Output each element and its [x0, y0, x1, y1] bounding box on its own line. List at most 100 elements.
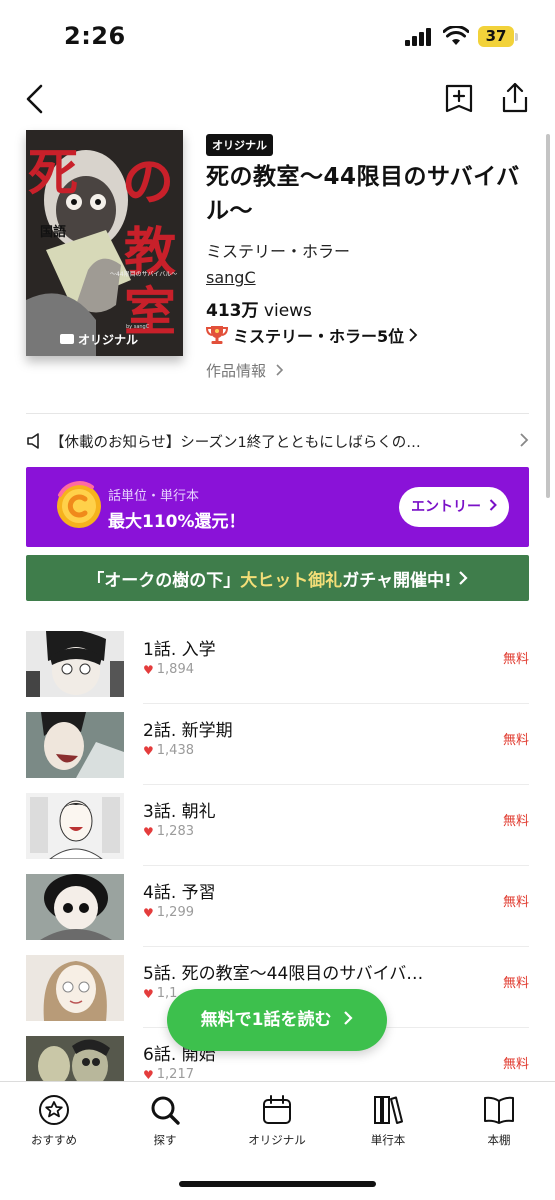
home-indicator [179, 1181, 376, 1187]
read-first-episode-button[interactable]: 無料で1話を読む [167, 989, 387, 1051]
chevron-right-icon [409, 328, 418, 342]
episode-likes: ♥ 1,894 [143, 662, 194, 677]
series-info-link[interactable]: 作品情報 [206, 360, 284, 381]
chevron-right-icon [276, 364, 283, 376]
heart-icon: ♥ [143, 986, 154, 1001]
cover-tag: 国語 [40, 224, 66, 240]
episode-likes: ♥ 1,217 [143, 1067, 194, 1082]
status-bar: 2:26 37 [0, 0, 555, 70]
divider [143, 946, 529, 947]
series-info-label: 作品情報 [206, 362, 267, 380]
search-icon [151, 1096, 180, 1125]
tab-books[interactable]: 単行本 [343, 1094, 433, 1150]
views-number: 413万 [206, 301, 259, 321]
episode-title: 5話. 死の教室〜44限目のサバイバ… [143, 964, 424, 984]
promo-subtitle: 話単位・単行本 [108, 489, 200, 504]
heart-icon: ♥ [143, 662, 154, 677]
entry-button-label: エントリー [411, 499, 482, 515]
promo-title: 最大110%還元！ [108, 512, 246, 532]
episode-likes: ♥ 1,299 [143, 905, 194, 920]
divider [143, 784, 529, 785]
episode-price: 無料 [502, 1057, 529, 1072]
episode-price: 無料 [502, 733, 529, 748]
status-time: 2:26 [64, 22, 126, 50]
episode-thumbnail [26, 955, 124, 1021]
heart-icon: ♥ [143, 743, 154, 758]
cta-label: 無料で1話を読む [200, 1010, 332, 1030]
notice-bar[interactable]: 【休載のお知らせ】シーズン1終了とともにしばらくの… [26, 427, 529, 455]
ranking-text: ミステリー・ホラー5位 [233, 327, 405, 346]
episode-likes: ♥ 1,283 [143, 824, 194, 839]
chevron-right-icon [520, 433, 529, 447]
tab-original[interactable]: オリジナル [232, 1094, 322, 1150]
share-icon[interactable] [500, 82, 530, 114]
ranking-link[interactable]: ミステリー・ホラー5位 [206, 322, 418, 348]
likes-count: 1,299 [156, 905, 194, 920]
gacha-banner-part1: 「オークの樹の下」 [87, 570, 241, 591]
episode-row[interactable]: 4話. 予習 ♥ 1,299 無料 [26, 867, 529, 947]
series-title: 死の教室〜44限目のサバイバル〜 [206, 164, 520, 224]
episode-title: 4話. 予習 [143, 883, 216, 903]
divider [143, 865, 529, 866]
battery-indicator: 37 [478, 26, 514, 47]
cover-title-char: の [122, 152, 174, 213]
gacha-banner[interactable]: 「オークの樹の下」 大ヒット御礼 ガチャ開催中! [26, 555, 529, 601]
gacha-banner-part2: 大ヒット御礼 [240, 570, 343, 591]
tab-bookshelf[interactable]: 本棚 [454, 1094, 544, 1150]
trophy-icon [206, 326, 228, 344]
recommend-icon [39, 1095, 69, 1125]
tab-label: 本棚 [487, 1133, 511, 1147]
episode-title: 3話. 朝礼 [143, 802, 216, 822]
episode-likes: ♥ 1,438 [143, 743, 194, 758]
episode-thumbnail [26, 631, 124, 697]
books-icon [374, 1096, 403, 1124]
notice-text: 【休載のお知らせ】シーズン1終了とともにしばらくの… [50, 434, 421, 451]
chevron-right-icon [489, 499, 497, 511]
scrollbar[interactable] [546, 134, 550, 498]
episode-thumbnail [26, 793, 124, 859]
episode-price: 無料 [502, 895, 529, 910]
episode-row[interactable]: 2話. 新学期 ♥ 1,438 無料 [26, 705, 529, 785]
heart-icon: ♥ [143, 824, 154, 839]
likes-count: 1,894 [156, 662, 194, 677]
author-link[interactable]: sangC [206, 268, 256, 287]
speaker-icon [27, 433, 39, 449]
episode-row[interactable]: 1話. 入学 ♥ 1,894 無料 [26, 624, 529, 704]
tab-label: おすすめ [31, 1133, 77, 1147]
likes-count: 1,217 [156, 1067, 194, 1082]
cover-title-char: 死 [28, 143, 78, 202]
chevron-right-icon [344, 1011, 353, 1025]
episode-title: 2話. 新学期 [143, 721, 233, 741]
divider [143, 703, 529, 704]
bookmark-add-icon[interactable] [444, 84, 474, 114]
episode-thumbnail [26, 712, 124, 778]
tab-search[interactable]: 探す [120, 1094, 210, 1150]
series-cover[interactable]: 死 の 教 室 国語 〜44限目のサバイバル〜 by sangC オリジナル [26, 130, 183, 356]
episode-title: 1話. 入学 [143, 640, 216, 660]
views-unit: views [258, 301, 312, 321]
tab-label: 単行本 [370, 1133, 406, 1147]
entry-button[interactable]: エントリー [399, 487, 509, 527]
coin-icon [57, 481, 101, 528]
original-badge: オリジナル [206, 134, 273, 156]
calendar-icon [263, 1095, 291, 1124]
episode-price: 無料 [502, 652, 529, 667]
wifi-icon [443, 26, 469, 45]
cover-subtitle: 〜44限目のサバイバル〜 [110, 270, 177, 278]
gacha-banner-part3: ガチャ開催中! [342, 570, 452, 591]
battery-tip [515, 33, 518, 41]
tab-label: 探す [153, 1133, 177, 1147]
episode-row[interactable]: 3話. 朝礼 ♥ 1,283 無料 [26, 786, 529, 866]
views-count: 413万 views [206, 296, 312, 321]
episode-price: 無料 [502, 976, 529, 991]
tab-label: オリジナル [248, 1133, 306, 1147]
chevron-right-icon [459, 571, 468, 585]
cellular-signal-icon [405, 28, 435, 46]
promo-banner[interactable]: 話単位・単行本 最大110%還元！ エントリー [26, 467, 529, 547]
episode-thumbnail [26, 874, 124, 940]
likes-count: 1,438 [156, 743, 194, 758]
episode-likes: ♥ 1,1 [143, 986, 177, 1001]
chevron-left-icon[interactable] [22, 84, 48, 114]
episode-price: 無料 [502, 814, 529, 829]
tab-recommend[interactable]: おすすめ [9, 1094, 99, 1150]
